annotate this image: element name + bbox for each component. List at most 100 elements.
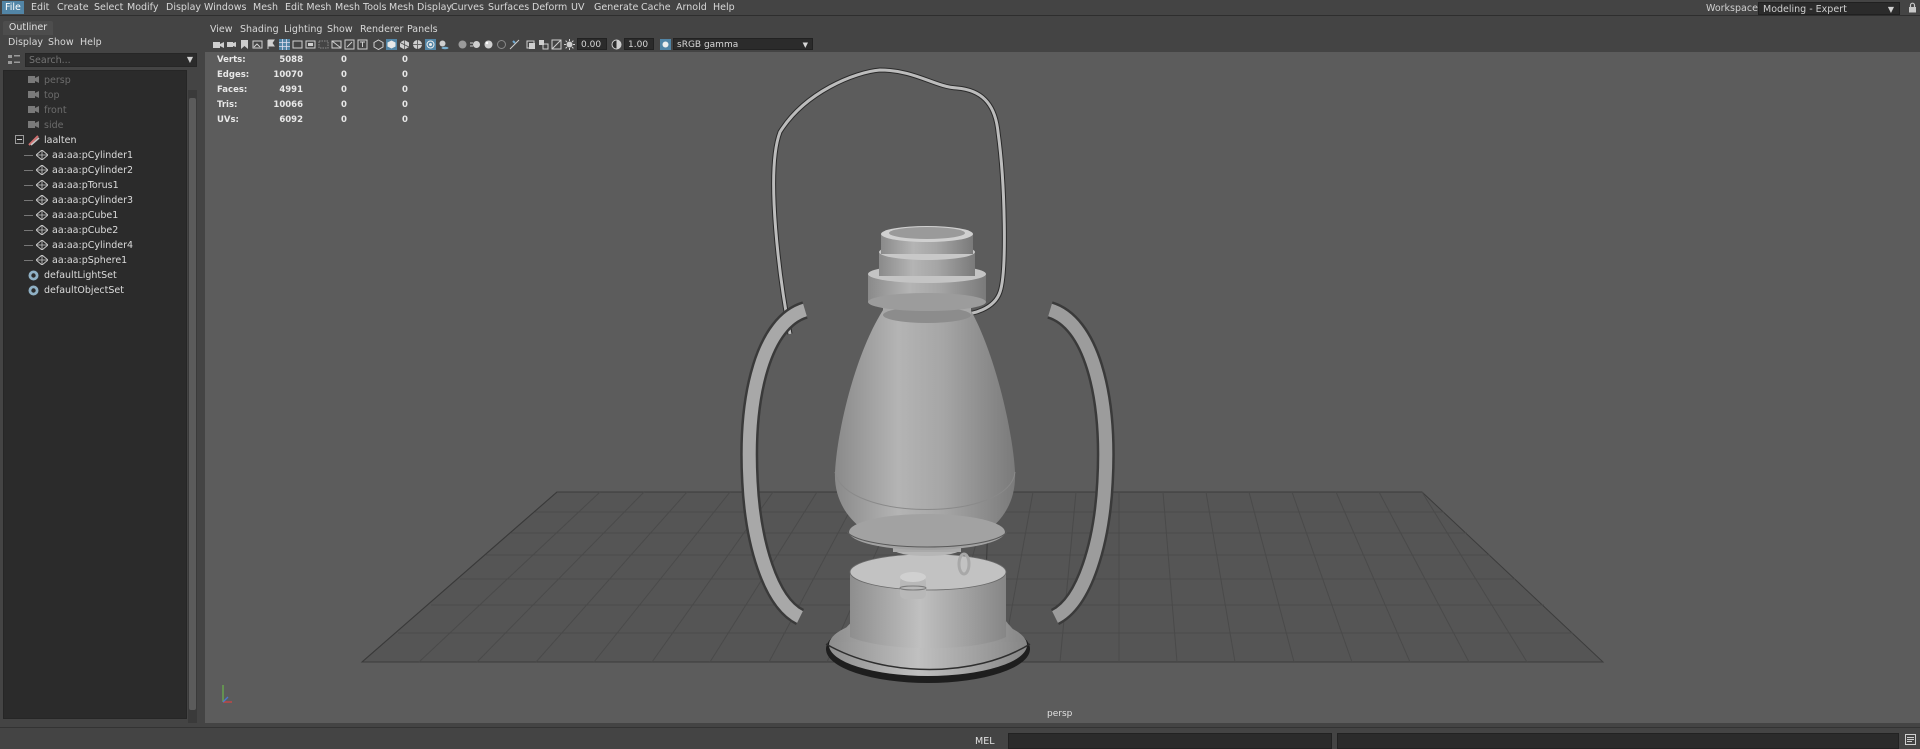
lock-icon[interactable] — [1908, 2, 1917, 13]
gate-mask-icon[interactable] — [318, 39, 329, 50]
tree-item-front[interactable]: front — [4, 103, 186, 118]
tree-item-label: aa:aa:pTorus1 — [52, 180, 119, 191]
viewport-menu-show[interactable]: Show — [327, 24, 353, 35]
camera-attributes-icon[interactable] — [226, 39, 237, 50]
chevron-down-icon[interactable]: ▼ — [187, 55, 193, 64]
outliner-search-input[interactable] — [25, 53, 197, 67]
xray-icon[interactable] — [525, 39, 536, 50]
menu-modify[interactable]: Modify — [124, 1, 161, 14]
smooth-shade-icon[interactable] — [386, 39, 397, 50]
hud-value: 10066 — [273, 100, 303, 110]
camera-icon — [28, 76, 39, 83]
tree-item-label: front — [44, 105, 67, 116]
menu-file[interactable]: File — [2, 1, 24, 14]
color-space-select[interactable]: sRGB gamma ▼ — [673, 38, 813, 50]
mesh-icon — [36, 165, 48, 175]
script-language-toggle[interactable]: MEL — [975, 736, 1005, 747]
isolate-select-icon[interactable] — [509, 39, 520, 50]
tree-item-group[interactable]: laalten — [4, 133, 186, 148]
filter-icon[interactable] — [7, 54, 21, 66]
menu-mesh[interactable]: Mesh — [250, 1, 281, 14]
mesh-icon — [36, 240, 48, 250]
menu-deform[interactable]: Deform — [529, 1, 570, 14]
menu-curves[interactable]: Curves — [448, 1, 487, 14]
gamma-icon[interactable] — [611, 39, 622, 50]
film-gate-icon[interactable] — [292, 39, 303, 50]
shadows-icon[interactable] — [438, 39, 449, 50]
color-management-icon[interactable] — [660, 39, 671, 50]
viewport-menu-lighting[interactable]: Lighting — [284, 24, 322, 35]
viewport-menu-renderer[interactable]: Renderer — [360, 24, 403, 35]
use-all-lights-icon[interactable] — [425, 39, 436, 50]
safe-action-icon[interactable] — [344, 39, 355, 50]
collapse-icon[interactable] — [15, 135, 24, 144]
menu-create[interactable]: Create — [54, 1, 92, 14]
menu-arnold[interactable]: Arnold — [673, 1, 710, 14]
hud-value: 10070 — [273, 70, 303, 80]
tree-item-top[interactable]: top — [4, 88, 186, 103]
scrollbar-thumb[interactable] — [189, 98, 196, 710]
tree-item-mesh[interactable]: aa:aa:pTorus1 — [4, 178, 186, 193]
menu-display[interactable]: Display — [163, 1, 204, 14]
menu-generate[interactable]: Generate — [591, 1, 641, 14]
safe-title-icon[interactable] — [357, 39, 368, 50]
tab-outliner[interactable]: Outliner — [3, 21, 53, 35]
menu-mesh-display[interactable]: Mesh Display — [386, 1, 455, 14]
menu-uv[interactable]: UV — [568, 1, 587, 14]
outliner-menu-help[interactable]: Help — [80, 37, 102, 48]
menu-cache[interactable]: Cache — [638, 1, 674, 14]
tree-connector — [24, 185, 33, 186]
outliner-menu-show[interactable]: Show — [48, 37, 74, 48]
tree-item-mesh[interactable]: aa:aa:pCylinder1 — [4, 148, 186, 163]
viewport-menubar: View Shading Lighting Show Renderer Pane… — [205, 22, 1920, 36]
menu-windows[interactable]: Windows — [201, 1, 249, 14]
wireframe-icon[interactable] — [373, 39, 384, 50]
viewport-menu-view[interactable]: View — [210, 24, 233, 35]
xray-joints-icon[interactable] — [538, 39, 549, 50]
tree-item-set[interactable]: defaultLightSet — [4, 268, 186, 283]
gamma-field[interactable]: 1.00 — [624, 38, 654, 50]
backface-culling-icon[interactable] — [551, 39, 562, 50]
workspace-select[interactable]: Modeling - Expert ▼ — [1758, 2, 1900, 15]
flag-icon[interactable] — [265, 39, 276, 50]
resolution-gate-icon[interactable] — [305, 39, 316, 50]
hud-label: Edges: — [217, 70, 250, 80]
field-chart-icon[interactable] — [331, 39, 342, 50]
menu-select[interactable]: Select — [91, 1, 126, 14]
tree-connector — [24, 170, 33, 171]
command-input[interactable] — [1008, 733, 1332, 749]
menu-surfaces[interactable]: Surfaces — [485, 1, 532, 14]
tree-item-mesh[interactable]: aa:aa:pSphere1 — [4, 253, 186, 268]
image-plane-icon[interactable] — [252, 39, 263, 50]
bookmark-icon[interactable] — [239, 39, 250, 50]
exposure-field[interactable]: 0.00 — [577, 38, 607, 50]
screen-space-ao-icon[interactable] — [457, 39, 468, 50]
viewport-menu-panels[interactable]: Panels — [407, 24, 438, 35]
viewport-3d[interactable]: Verts: 5088 0 0 Edges: 10070 0 0 Faces: … — [205, 52, 1920, 723]
script-editor-icon[interactable] — [1905, 734, 1916, 745]
tree-item-set[interactable]: defaultObjectSet — [4, 283, 186, 298]
outliner-vertical-scrollbar[interactable] — [188, 90, 197, 723]
textured-icon[interactable] — [412, 39, 423, 50]
tree-item-mesh[interactable]: aa:aa:pCube1 — [4, 208, 186, 223]
tree-item-mesh[interactable]: aa:aa:pCylinder4 — [4, 238, 186, 253]
tree-item-side[interactable]: side — [4, 118, 186, 133]
tree-item-mesh[interactable]: aa:aa:pCube2 — [4, 223, 186, 238]
grid-toggle-icon[interactable] — [279, 39, 290, 50]
tree-item-mesh[interactable]: aa:aa:pCylinder2 — [4, 163, 186, 178]
tree-item-persp[interactable]: persp — [4, 73, 186, 88]
wireframe-on-shaded-icon[interactable] — [399, 39, 410, 50]
menu-mesh-tools[interactable]: Mesh Tools — [332, 1, 389, 14]
motion-blur-icon[interactable] — [470, 39, 481, 50]
viewport-menu-shading[interactable]: Shading — [240, 24, 279, 35]
camera-icon[interactable] — [213, 39, 224, 50]
exposure-icon[interactable] — [564, 39, 575, 50]
outliner-menu-display[interactable]: Display — [8, 37, 43, 48]
menu-edit[interactable]: Edit — [28, 1, 52, 14]
tree-connector — [24, 230, 33, 231]
anti-aliasing-icon[interactable] — [483, 39, 494, 50]
menu-help[interactable]: Help — [710, 1, 738, 14]
tree-item-mesh[interactable]: aa:aa:pCylinder3 — [4, 193, 186, 208]
menu-edit-mesh[interactable]: Edit Mesh — [282, 1, 334, 14]
depth-of-field-icon[interactable] — [496, 39, 507, 50]
